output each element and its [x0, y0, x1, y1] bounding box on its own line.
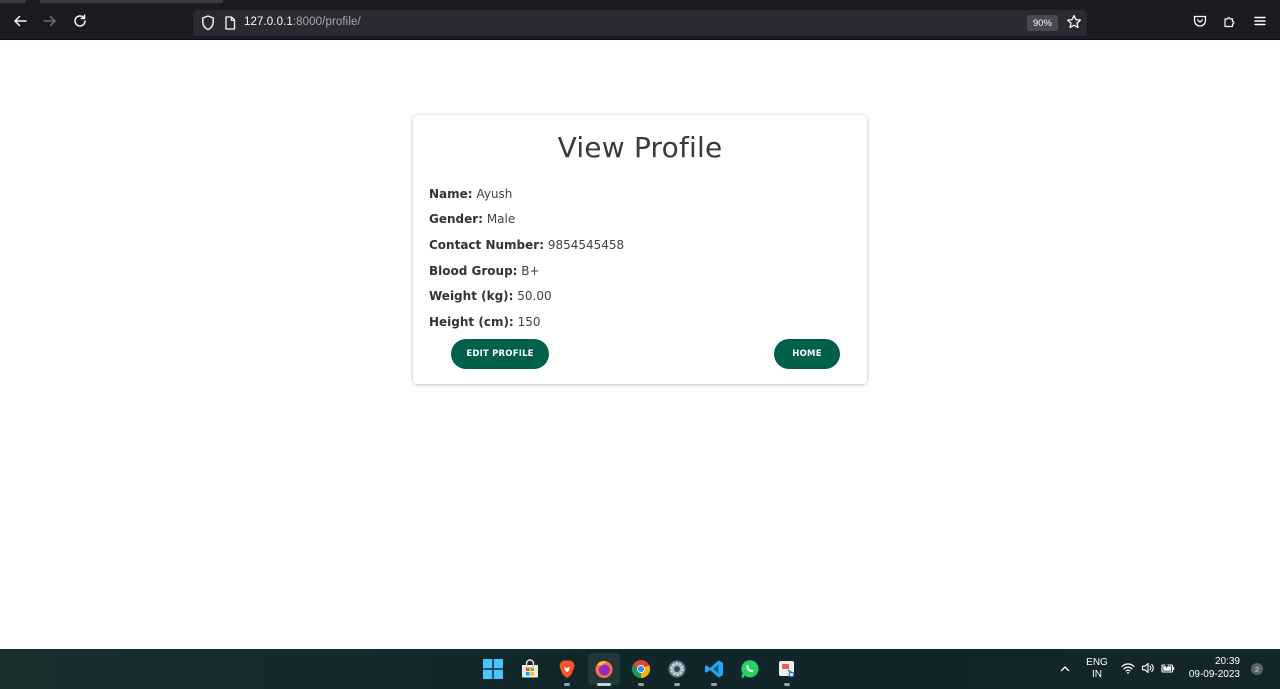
field-label: Blood Group:	[429, 264, 518, 278]
running-indicator	[564, 683, 570, 686]
page-info-icon[interactable]	[224, 16, 236, 30]
home-button[interactable]: HOME	[774, 339, 840, 369]
extensions-icon[interactable]	[1223, 14, 1237, 28]
field-value: 50.00	[517, 289, 552, 303]
active-tab-edge[interactable]	[40, 0, 223, 3]
brave-icon[interactable]	[556, 658, 578, 680]
profile-field-name: Name: Ayush	[429, 187, 512, 201]
chrome-icon[interactable]	[630, 658, 652, 680]
chevron-up-icon[interactable]	[1059, 663, 1071, 675]
profile-field-contact-number: Contact Number: 9854545458	[429, 238, 624, 252]
running-indicator	[597, 683, 611, 686]
running-indicator	[784, 683, 790, 686]
pocket-icon[interactable]	[1193, 14, 1207, 28]
clock-date: 09-09-2023	[1188, 669, 1240, 680]
tab-edge	[0, 0, 26, 3]
field-label: Gender:	[429, 212, 483, 226]
battery-charging-icon[interactable]	[1161, 662, 1175, 674]
volume-icon[interactable]	[1141, 662, 1155, 674]
profile-field-height: Height (cm): 150	[429, 315, 540, 329]
bookmark-star-icon[interactable]	[1066, 14, 1082, 30]
field-value: 9854545458	[547, 238, 625, 252]
firefox-icon[interactable]	[593, 658, 615, 680]
forward-icon	[41, 12, 59, 30]
field-value: B+	[521, 264, 540, 278]
whatsapp-icon[interactable]	[739, 658, 761, 680]
zoom-level-badge[interactable]: 90%	[1027, 15, 1058, 31]
field-label: Contact Number:	[429, 238, 544, 252]
system-clock[interactable]: 20:39 09-09-2023	[1189, 655, 1240, 681]
back-icon[interactable]	[11, 12, 29, 30]
field-value: Male	[486, 212, 516, 226]
microsoft-store-icon[interactable]	[519, 658, 541, 680]
notification-badge[interactable]: 2	[1251, 663, 1263, 675]
language-indicator[interactable]: ENG IN	[1083, 657, 1111, 681]
url-text[interactable]: 127.0.0.1:8000/profile/	[244, 16, 361, 28]
field-label: Name:	[429, 187, 473, 201]
browser-toolbar: 127.0.0.1:8000/profile/ 90%	[0, 0, 1280, 40]
profile-field-weight: Weight (kg): 50.00	[429, 289, 552, 303]
clock-time: 20:39	[1214, 656, 1240, 667]
field-label: Weight (kg):	[429, 289, 514, 303]
windows-taskbar: ENG IN 20:39 09-09-2023	[0, 649, 1280, 689]
language-code: ENG	[1086, 657, 1108, 668]
tracking-protection-icon[interactable]	[201, 15, 215, 31]
reload-icon[interactable]	[71, 12, 89, 30]
profile-card: View Profile Name: Ayush Gender: Male Co…	[413, 115, 867, 384]
field-label: Height (cm):	[429, 315, 514, 329]
vscode-icon[interactable]	[703, 658, 725, 680]
menu-icon[interactable]	[1253, 14, 1267, 28]
running-indicator	[674, 683, 680, 686]
snipping-tool-icon[interactable]	[776, 658, 798, 680]
wifi-icon[interactable]	[1121, 662, 1135, 674]
field-value: Ayush	[476, 187, 513, 201]
profile-field-gender: Gender: Male	[429, 212, 515, 226]
running-indicator	[638, 683, 644, 686]
field-value: 150	[517, 315, 541, 329]
start-icon[interactable]	[482, 658, 504, 680]
profile-field-blood-group: Blood Group: B+	[429, 264, 540, 278]
region-code: IN	[1092, 669, 1102, 680]
page-title: View Profile	[557, 131, 723, 164]
edit-profile-button[interactable]: EDIT PROFILE	[451, 339, 549, 369]
running-indicator	[711, 683, 717, 686]
settings-icon[interactable]	[666, 658, 688, 680]
address-bar[interactable]: 127.0.0.1:8000/profile/ 90%	[193, 10, 1087, 36]
